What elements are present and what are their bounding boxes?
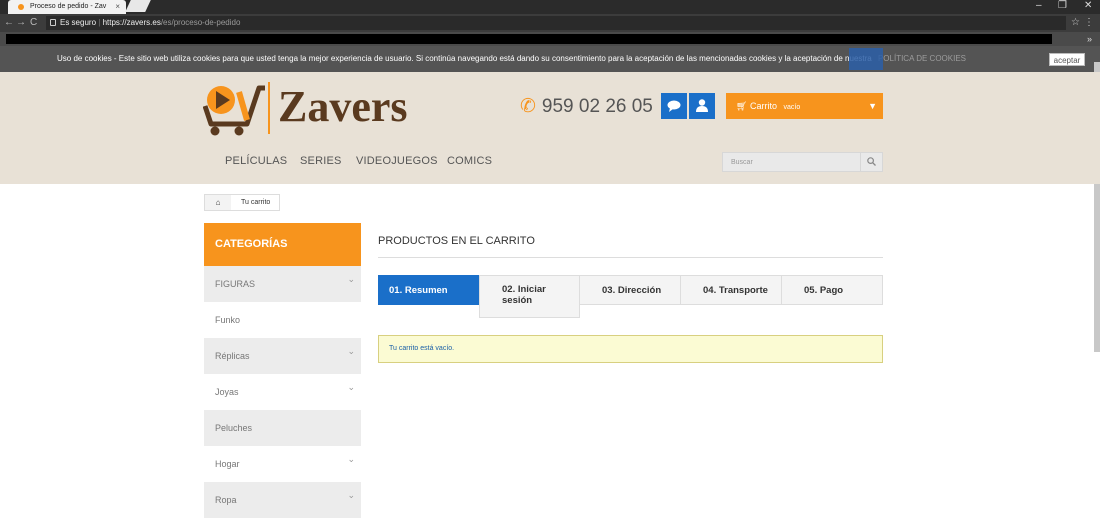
bookmark-star-icon[interactable]: ☆ xyxy=(1071,17,1080,29)
home-icon[interactable]: ⌂ xyxy=(205,195,231,210)
cookie-highlight xyxy=(849,48,883,70)
phone-number: ✆ 959 02 26 05 xyxy=(520,95,653,119)
search-input[interactable] xyxy=(723,153,861,171)
lock-icon xyxy=(50,19,56,26)
tab-title: Proceso de pedido - Zav xyxy=(30,3,107,10)
sidebar-item-hogar[interactable]: Hogar ⌄ xyxy=(204,446,361,482)
chevron-down-icon[interactable]: ⌄ xyxy=(347,333,355,369)
sidebar-item-peluches[interactable]: Peluches xyxy=(204,410,361,446)
minimize-icon[interactable]: – xyxy=(1036,0,1042,12)
sidebar-item-more[interactable] xyxy=(204,518,361,530)
sidebar-item-replicas[interactable]: Réplicas ⌄ xyxy=(204,338,361,374)
step-resumen[interactable]: 01. Resumen xyxy=(378,275,480,305)
sidebar-item-label: Réplicas xyxy=(215,351,250,361)
sidebar-item-funko[interactable]: Funko xyxy=(204,302,361,338)
account-button[interactable] xyxy=(689,93,715,119)
sidebar-item-label: FIGURAS xyxy=(215,279,256,289)
step-direccion[interactable]: 03. Dirección xyxy=(579,275,681,305)
restore-icon[interactable]: ❐ xyxy=(1058,0,1067,12)
sidebar-item-joyas[interactable]: Joyas ⌄ xyxy=(204,374,361,410)
breadcrumb: ⌂ Tu carrito xyxy=(204,194,280,211)
sidebar-item-label: Peluches xyxy=(215,423,253,433)
cart-button[interactable]: 🛒︎ Carrito vacío ▼ xyxy=(726,93,883,119)
search-button[interactable] xyxy=(860,153,882,171)
close-window-icon[interactable]: ✕ xyxy=(1084,0,1092,12)
search-box xyxy=(722,152,883,172)
sidebar-item-label: Hogar xyxy=(215,459,240,469)
menu-item-series[interactable]: SERIES xyxy=(300,155,342,167)
sidebar-item-label: Funko xyxy=(215,315,241,325)
chat-icon xyxy=(667,100,681,112)
cart-status: vacío xyxy=(783,104,801,111)
bookmarks-bar: » xyxy=(0,32,1100,46)
url-field[interactable]: Es seguro | https://zavers.es/es/proceso… xyxy=(46,16,1066,30)
logo-cart-icon[interactable] xyxy=(203,82,267,136)
menu-kebab-icon[interactable]: ⋮ xyxy=(1084,17,1094,29)
browser-tab-bar: Proceso de pedido - Zav × – ❐ ✕ xyxy=(0,0,1100,14)
page-title: PRODUCTOS EN EL CARRITO xyxy=(378,235,535,247)
search-icon xyxy=(867,157,876,166)
forward-icon[interactable]: → xyxy=(16,16,26,30)
step-transporte[interactable]: 04. Transporte xyxy=(680,275,782,305)
breadcrumb-current: Tu carrito xyxy=(241,199,271,206)
step-iniciar-sesion[interactable]: 02. Iniciar sesión xyxy=(479,275,580,318)
cart-icon: 🛒︎ xyxy=(736,101,748,111)
menu-item-peliculas[interactable]: PELÍCULAS xyxy=(225,155,287,167)
cookie-policy-link[interactable]: POLÍTICA DE COOKIES xyxy=(878,54,966,63)
phone-icon: ✆ xyxy=(520,96,536,117)
empty-cart-alert: Tu carrito está vacío. xyxy=(378,335,883,363)
browser-tab[interactable]: Proceso de pedido - Zav × xyxy=(8,0,126,14)
cart-label: Carrito xyxy=(749,101,777,111)
menu-item-comics[interactable]: COMICS xyxy=(447,155,492,167)
redacted-bookmarks xyxy=(6,34,1052,44)
url-host: https://zavers.es xyxy=(102,18,161,27)
cookie-accept-button[interactable]: aceptar xyxy=(1049,53,1085,66)
chevron-down-icon[interactable]: ⌄ xyxy=(347,369,355,405)
chevron-down-icon[interactable]: ⌄ xyxy=(347,261,355,297)
sidebar-item-label: Ropa xyxy=(215,495,237,505)
phone-value: 959 02 26 05 xyxy=(541,96,653,117)
chat-button[interactable] xyxy=(661,93,687,119)
site-header xyxy=(0,72,1100,184)
divider xyxy=(378,257,883,258)
logo-text[interactable]: Zavers xyxy=(268,82,408,134)
url-path: /es/proceso-de-pedido xyxy=(160,18,241,27)
tab-close-icon[interactable]: × xyxy=(115,0,120,14)
cookie-text: Uso de cookies - Este sitio web utiliza … xyxy=(57,54,872,63)
step-pago[interactable]: 05. Pago xyxy=(781,275,883,305)
new-tab-button[interactable] xyxy=(125,0,151,12)
chevron-down-icon[interactable]: ⌄ xyxy=(347,441,355,477)
user-icon xyxy=(696,99,708,112)
address-bar-row: ← → C Es seguro | https://zavers.es/es/p… xyxy=(0,14,1100,32)
back-icon[interactable]: ← xyxy=(4,16,14,30)
reload-icon[interactable]: C xyxy=(30,16,37,30)
sidebar-item-figuras[interactable]: FIGURAS ⌄ xyxy=(204,266,361,302)
bookmarks-more-icon[interactable]: » xyxy=(1087,32,1092,46)
favicon-icon xyxy=(18,4,24,10)
chevron-down-icon[interactable]: ⌄ xyxy=(347,477,355,513)
cookie-bar: Uso de cookies - Este sitio web utiliza … xyxy=(0,46,1100,72)
caret-down-icon: ▼ xyxy=(868,101,877,111)
sidebar-title: CATEGORÍAS xyxy=(204,223,361,266)
sidebar-item-label: Joyas xyxy=(215,387,239,397)
secure-label: Es seguro xyxy=(60,18,97,27)
menu-item-videojuegos[interactable]: VIDEOJUEGOS xyxy=(356,155,438,167)
sidebar-item-ropa[interactable]: Ropa ⌄ xyxy=(204,482,361,518)
